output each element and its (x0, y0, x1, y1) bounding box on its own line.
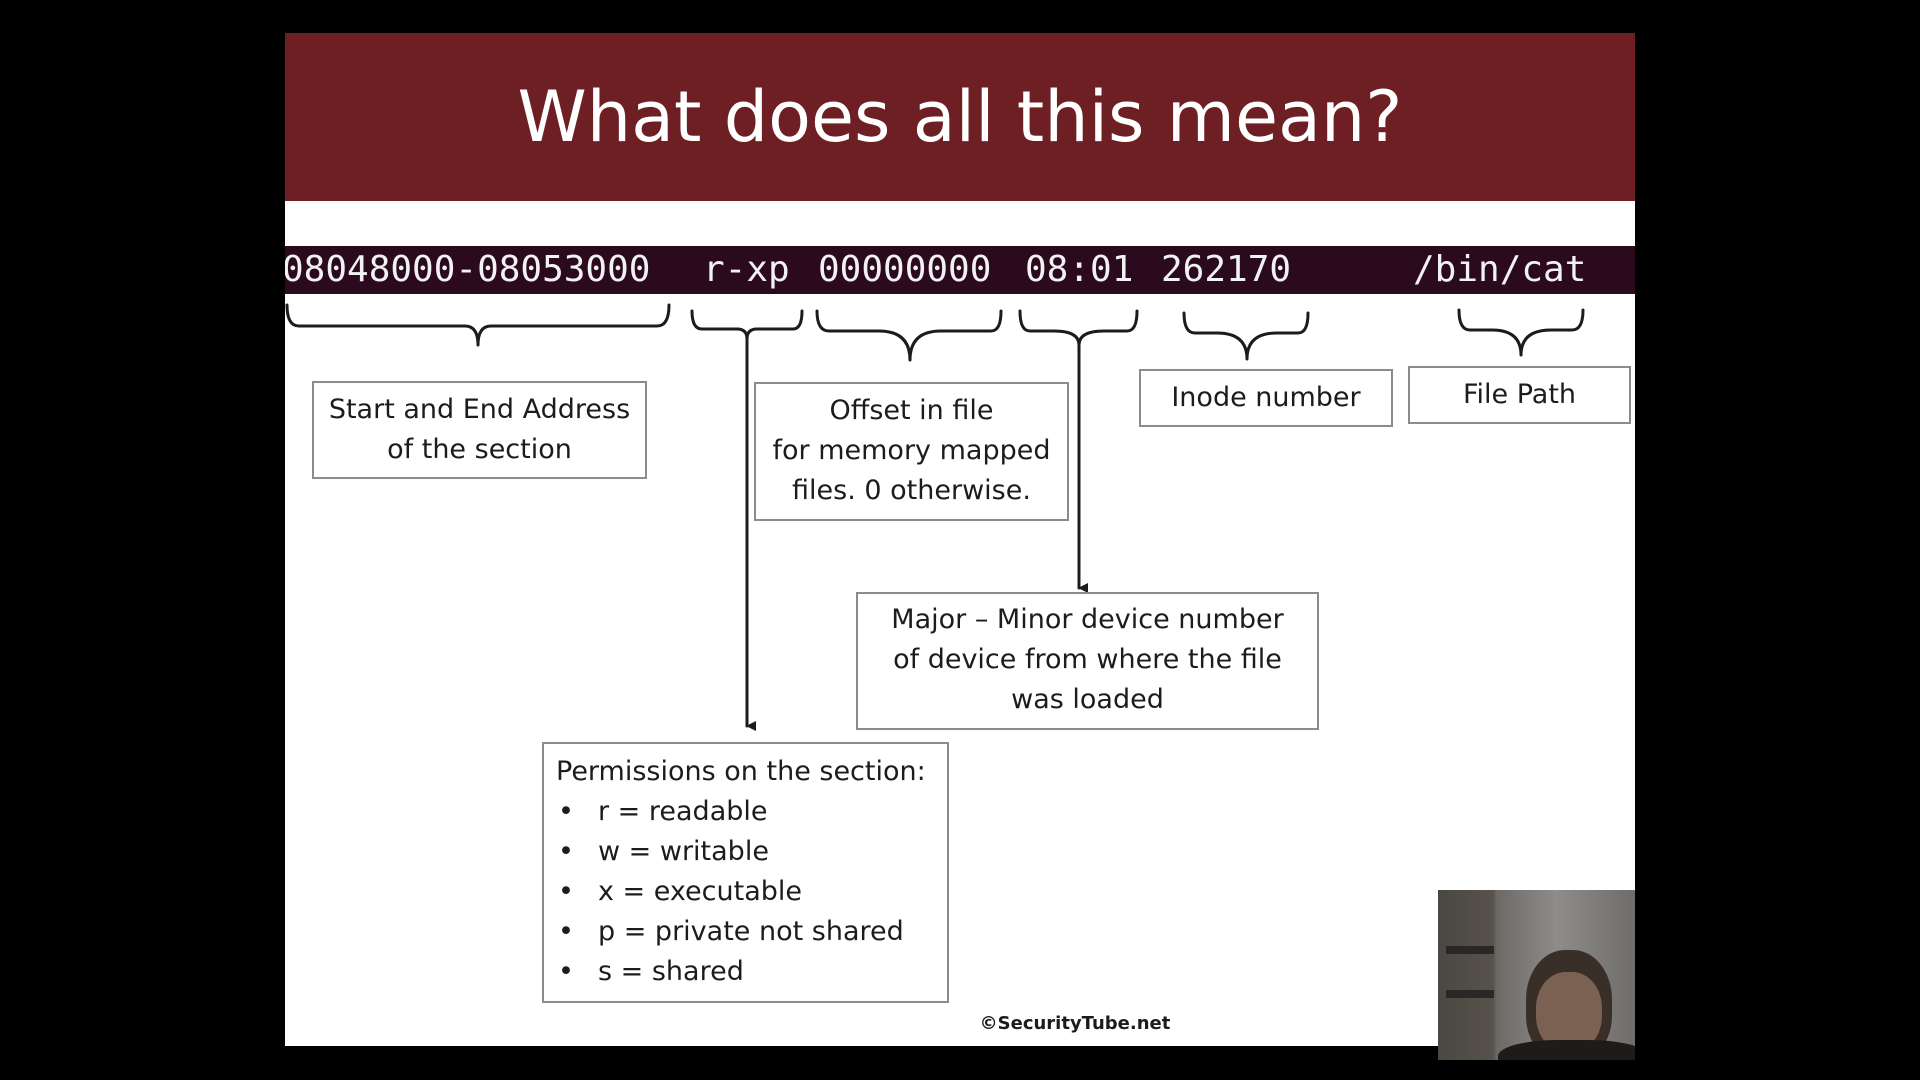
bullet-icon: • (558, 836, 574, 867)
list-item: • w = writable (556, 832, 947, 872)
offset-label-line-2: for memory mapped (772, 435, 1051, 466)
device-label-box: Major – Minor device number of device fr… (856, 592, 1319, 730)
address-label-box: Start and End Address of the section (312, 381, 647, 479)
permission-readable: r = readable (598, 796, 768, 827)
file-path-label: File Path (1462, 379, 1577, 410)
webcam-presenter-body (1498, 1040, 1635, 1060)
offset-curly-brace-icon (815, 309, 1003, 362)
list-item: • x = executable (556, 872, 947, 912)
device-curly-brace-icon (1018, 309, 1139, 347)
device-label-line-1: Major – Minor device number (891, 604, 1284, 635)
permissions-heading: Permissions on the section: (556, 756, 926, 787)
list-item: • s = shared (556, 952, 947, 992)
inode-curly-brace-icon (1182, 311, 1310, 361)
list-item: • p = private not shared (556, 912, 947, 952)
offset-label-line-1: Offset in file (829, 395, 994, 426)
webcam-thumbnail (1438, 890, 1635, 1060)
address-label-line-1: Start and End Address (328, 394, 631, 425)
bullet-icon: • (558, 956, 574, 987)
bullet-icon: • (558, 876, 574, 907)
list-item: • r = readable (556, 792, 947, 832)
slide: What does all this mean? 08048000-080530… (285, 33, 1635, 1046)
file-path-label-box: File Path (1408, 366, 1631, 424)
bullet-icon: • (558, 916, 574, 947)
device-label-line-3: was loaded (1011, 684, 1164, 715)
bullet-icon: • (558, 796, 574, 827)
permission-private: p = private not shared (598, 916, 904, 947)
annotation-lines (285, 303, 1585, 731)
address-curly-brace-icon (285, 303, 671, 347)
address-label-line-2: of the section (387, 434, 572, 465)
inode-label: Inode number (1171, 382, 1361, 413)
permission-shared: s = shared (598, 956, 744, 987)
offset-label-line-3: files. 0 otherwise. (792, 475, 1031, 506)
offset-label-box: Offset in file for memory mapped files. … (754, 382, 1069, 521)
footer-credit: ©SecurityTube.net (979, 1013, 1171, 1034)
permissions-curly-brace-icon (690, 309, 804, 341)
permission-executable: x = executable (598, 876, 803, 907)
webcam-shelf-lower (1446, 990, 1494, 998)
permissions-label-box: Permissions on the section: • r = readabl… (542, 742, 949, 1003)
file-path-curly-brace-icon (1457, 308, 1585, 357)
inode-label-box: Inode number (1139, 369, 1393, 427)
permission-writable: w = writable (598, 836, 769, 867)
permissions-list: • r = readable • w = writable • x = executa… (556, 792, 947, 992)
webcam-shelf (1446, 946, 1494, 954)
device-label-line-2: of device from where the file (893, 644, 1282, 675)
